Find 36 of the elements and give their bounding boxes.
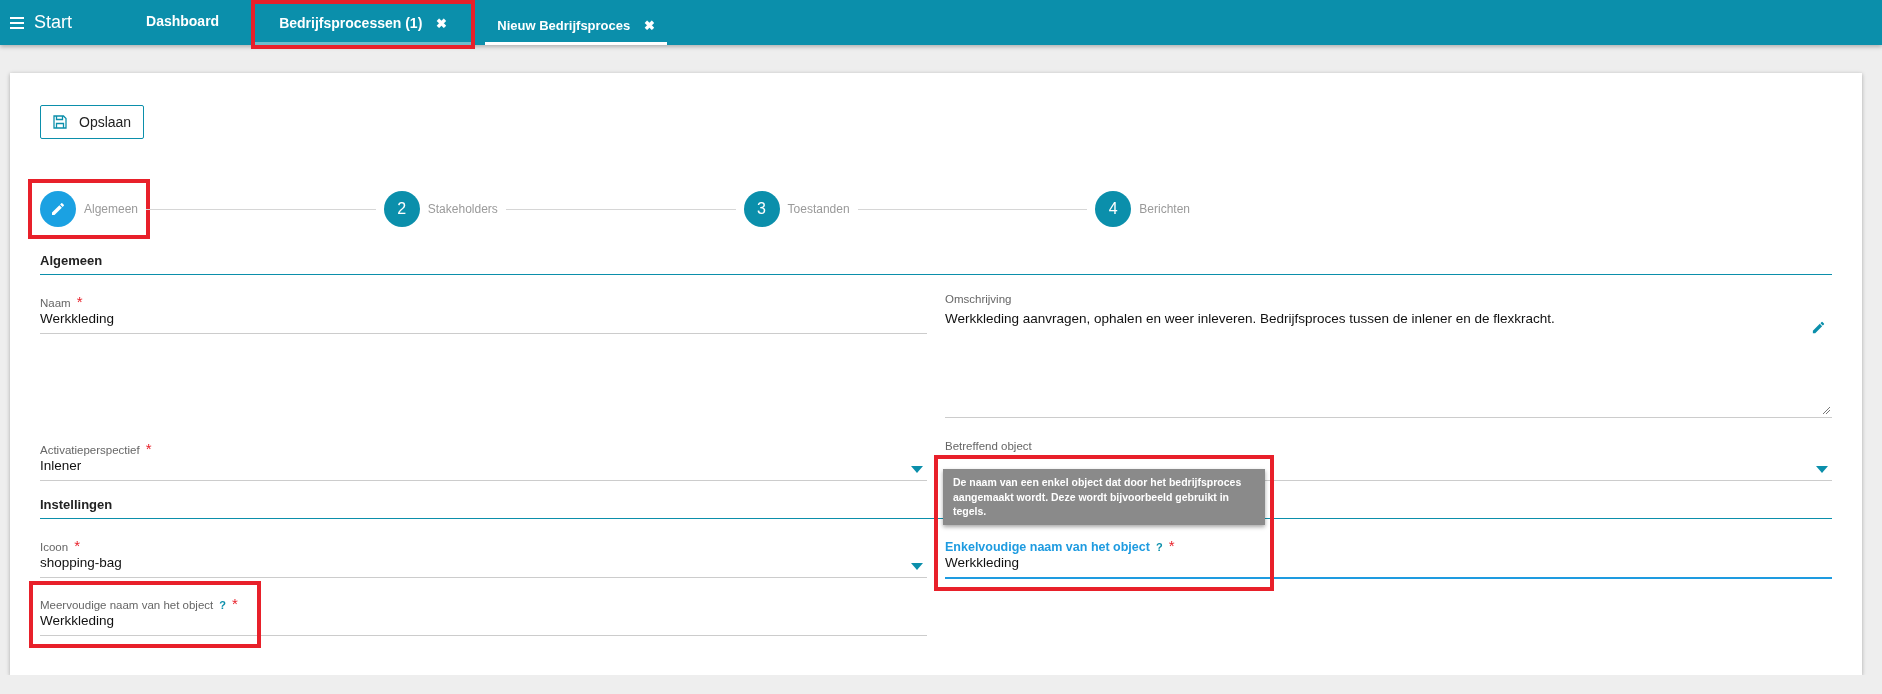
menu-button[interactable]: Start	[10, 0, 122, 45]
field-label: Icoon	[40, 541, 69, 553]
save-button[interactable]: Opslaan	[40, 105, 145, 139]
required-mark: *	[145, 440, 152, 457]
field-label: Activatieperspectief	[40, 444, 140, 456]
stepper-step[interactable]: 2 Stakeholders	[383, 191, 498, 227]
resize-grip-icon	[1822, 406, 1830, 414]
caret-icon	[911, 466, 923, 473]
field-label: Omschrijving	[945, 293, 1012, 305]
select-field[interactable]: Inlener	[40, 455, 927, 481]
required-mark: *	[1168, 537, 1175, 554]
field-label: Enkelvoudige naam van het object	[945, 540, 1150, 554]
caret-icon	[911, 563, 923, 570]
textarea-field[interactable]: Werkkleding aanvragen, ophalen en weer inleveren. Bedrijfsproces tussen de inlener en de flexkracht.	[945, 308, 1832, 418]
pencil-icon	[50, 201, 66, 217]
pencil-icon[interactable]	[1811, 320, 1826, 335]
select-field[interactable]: shopping-bag	[40, 552, 927, 578]
field-label: Meervoudige naam van het object	[40, 599, 214, 611]
stepper-step[interactable]: 4 Berichten	[1095, 191, 1190, 227]
input-field[interactable]: Werkkleding	[40, 308, 927, 334]
required-mark: *	[232, 595, 238, 612]
menu-icon	[10, 16, 24, 29]
caret-icon	[1816, 466, 1828, 473]
field-label: Betreffend object	[945, 440, 1032, 452]
required-mark: *	[76, 293, 83, 310]
section-heading: Algemeen	[40, 253, 1832, 275]
tooltip: De naam van een enkel object dat door het bedrijfsproces aangemaakt wordt. Deze wordt bijvoorbeeld gebruikt in tegels.	[943, 468, 1265, 525]
nav-tab[interactable]: Nieuw Bedrijfsproces ✖	[485, 0, 668, 45]
stepper-step[interactable]: Algemeen	[40, 191, 139, 227]
field-label: Naam	[40, 297, 71, 309]
required-mark: *	[74, 537, 80, 554]
help-link[interactable]: ?	[1155, 541, 1163, 553]
help-link[interactable]: ?	[219, 599, 226, 611]
input-field[interactable]: Werkkleding	[40, 610, 927, 636]
stepper-step[interactable]: 3 Toestanden	[743, 191, 850, 227]
nav-tab[interactable]: Dashboard	[122, 0, 244, 45]
